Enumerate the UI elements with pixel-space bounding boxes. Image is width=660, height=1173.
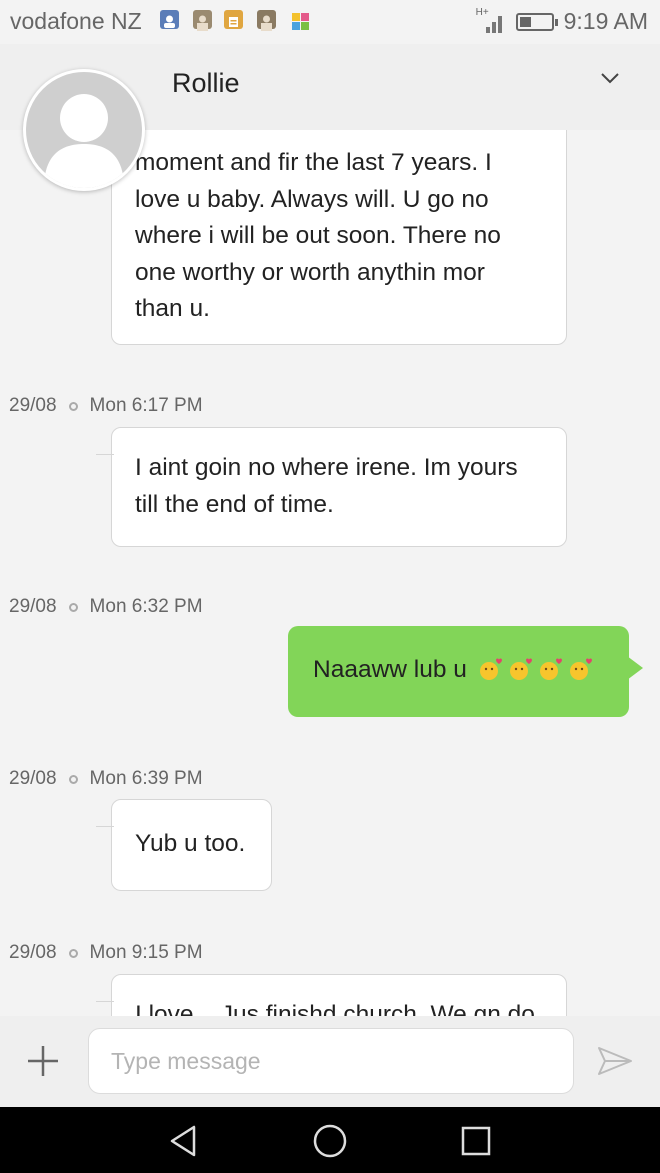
clock: 9:19 AM <box>563 8 648 34</box>
message-date: 29/08 <box>9 942 57 963</box>
recents-icon[interactable] <box>456 1121 496 1161</box>
avatar[interactable] <box>23 69 145 191</box>
incoming-message[interactable]: I aint goin no where irene. Im yours til… <box>111 427 567 547</box>
message-date: 29/08 <box>9 596 57 617</box>
person-silhouette-icon <box>44 94 124 188</box>
message-line: Naaaww lub u <box>313 656 467 683</box>
clipboard-icon <box>224 10 243 29</box>
send-button[interactable] <box>596 1044 634 1078</box>
message-line: one worthy or worth anythin mor <box>135 258 485 286</box>
message-time: Mon 6:17 PM <box>89 395 203 416</box>
contact-name[interactable]: Rollie <box>172 68 240 99</box>
signal-icon: H+ <box>475 6 506 35</box>
home-icon[interactable] <box>310 1121 350 1161</box>
kissing-emoji <box>569 658 592 680</box>
message-line: Yub u too. <box>135 830 246 857</box>
photo-icon <box>257 10 276 31</box>
status-bar: vodafone NZ H+ 9:19 AM <box>0 0 660 44</box>
message-timestamp: 29/08 Mon 6:39 PM <box>9 768 203 790</box>
battery-icon <box>515 12 558 31</box>
incoming-message[interactable]: Yub u too. <box>111 799 272 891</box>
message-line: till the end of time. <box>135 490 334 518</box>
kissing-emoji <box>539 658 562 680</box>
message-timestamp: 29/08 Mon 9:15 PM <box>9 942 203 964</box>
add-attachment-button[interactable] <box>26 1044 60 1078</box>
message-line: love u baby. Always will. U go no <box>135 185 489 213</box>
message-time: Mon 6:39 PM <box>89 768 203 789</box>
status-dot-icon <box>68 401 78 411</box>
message-time: Mon 6:32 PM <box>89 596 203 617</box>
back-icon[interactable] <box>164 1121 204 1161</box>
message-line: I aint goin no where irene. Im yours <box>135 454 518 481</box>
system-nav-bar <box>0 1107 660 1173</box>
message-date: 29/08 <box>9 395 57 416</box>
incoming-message[interactable]: I love ...Jus finishd church. We gn do <box>111 974 567 1016</box>
message-list[interactable]: moment and fir the last 7 years. I love … <box>0 130 660 1016</box>
message-line: where i will be out soon. There no <box>135 222 501 249</box>
status-dot-icon <box>68 774 78 784</box>
outgoing-message[interactable]: Naaaww lub u <box>288 626 643 717</box>
carrier-name: vodafone NZ <box>10 8 142 34</box>
message-date: 29/08 <box>9 768 57 789</box>
emoji-row <box>474 656 594 683</box>
photo-icon <box>193 10 212 31</box>
message-input[interactable] <box>88 1028 574 1094</box>
message-line: moment and fir the last 7 years. I <box>135 149 492 176</box>
contacts-icon <box>160 10 179 29</box>
message-line: I love ...Jus finishd church. We gn do <box>135 1001 535 1016</box>
message-line: than u. <box>135 295 210 322</box>
composer-bar <box>0 1016 660 1107</box>
gallery-icon <box>291 10 310 30</box>
message-timestamp: 29/08 Mon 6:17 PM <box>9 395 203 417</box>
network-type: H+ <box>475 6 489 18</box>
kissing-emoji <box>479 658 502 680</box>
incoming-message[interactable]: moment and fir the last 7 years. I love … <box>111 130 567 345</box>
kissing-emoji <box>509 658 532 680</box>
message-time: Mon 9:15 PM <box>89 942 203 963</box>
message-timestamp: 29/08 Mon 6:32 PM <box>9 596 203 618</box>
chevron-down-icon[interactable] <box>598 66 622 90</box>
status-dot-icon <box>68 948 78 958</box>
status-dot-icon <box>68 602 78 612</box>
